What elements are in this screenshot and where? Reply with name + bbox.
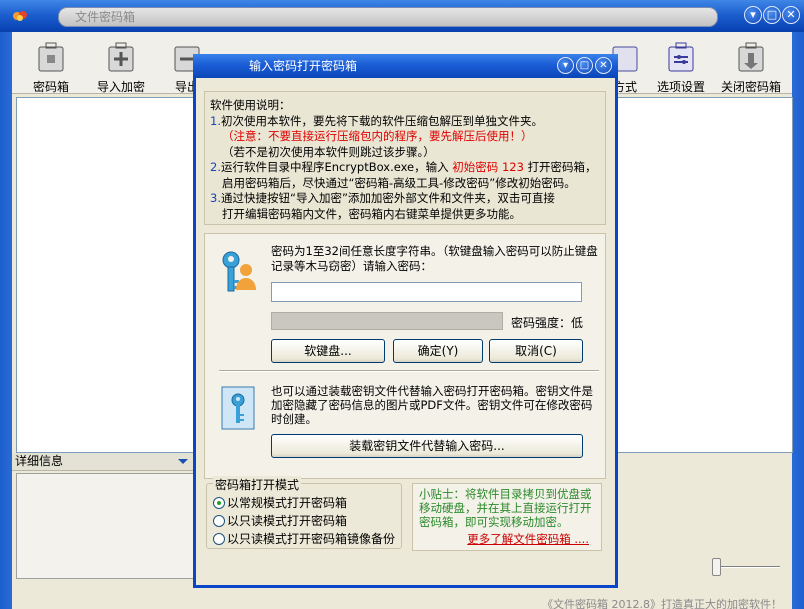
- instructions-box: 软件使用说明： 1.初次使用本软件，要先将下载的软件压缩包解压到单独文件夹。 （…: [204, 91, 606, 225]
- radio-readonly-backup-mode[interactable]: 以只读模式打开密码箱镜像备份: [213, 530, 395, 547]
- tip-box: 小贴士：将软件目录拷贝到优盘或移动硬盘，并在其上直接运行打开密码箱，即可实现移动…: [412, 483, 602, 551]
- slider-thumb[interactable]: [712, 558, 721, 576]
- radio-label: 以只读模式打开密码箱: [227, 514, 348, 528]
- toolbar-label: 密码箱: [32, 80, 69, 94]
- window-left-border: [0, 32, 12, 609]
- instruction-text: 打开编辑密码箱内文件，密码箱内右键菜单提供更多功能。: [222, 206, 521, 221]
- minimize-button[interactable]: ▾: [744, 6, 762, 24]
- password-strength-label: 密码强度：低: [511, 316, 584, 330]
- dialog-close-button[interactable]: ✕: [595, 57, 612, 74]
- restore-button[interactable]: □: [763, 6, 781, 24]
- toolbar-import-encrypt[interactable]: 导入加密: [86, 36, 156, 95]
- detail-panel: [16, 473, 194, 579]
- load-keyfile-button[interactable]: 装载密钥文件代替输入密码...: [271, 434, 583, 458]
- ok-button[interactable]: 确定(Y): [393, 339, 483, 363]
- radio-normal-mode[interactable]: 以常规模式打开密码箱: [213, 494, 347, 511]
- open-mode-legend: 密码箱打开模式: [213, 476, 302, 493]
- tip-text: 小贴士：将软件目录拷贝到优盘或移动硬盘，并在其上直接运行打开密码箱，即可实现移动…: [419, 487, 592, 529]
- app-logo-icon: [13, 11, 27, 21]
- user-key-icon: [222, 251, 256, 292]
- initial-password-text: 初始密码 123: [452, 160, 524, 174]
- instruction-text: 通过快捷按钮“导入加密”添加加密外部文件和文件夹，双击可直接: [220, 191, 555, 205]
- instruction-line: 2.运行软件目录中程序EncryptBox.exe，输入 初始密码 123 打开…: [210, 160, 605, 176]
- safe-box-icon: [38, 42, 64, 72]
- dialog-restore-button[interactable]: □: [576, 57, 593, 74]
- radio-button[interactable]: [213, 497, 225, 509]
- chevron-down-icon[interactable]: [178, 459, 188, 464]
- close-box-icon: [738, 42, 764, 72]
- radio-button[interactable]: [213, 533, 225, 545]
- step-number: 1.: [210, 113, 221, 128]
- radio-button[interactable]: [213, 515, 225, 527]
- instruction-line: 1.初次使用本软件，要先将下载的软件压缩包解压到单独文件夹。: [210, 114, 605, 130]
- window-right-border: [792, 32, 804, 609]
- instruction-skip: （若不是初次使用本软件则跳过该步骤。）: [222, 144, 435, 159]
- instruction-text: 打开密码箱，: [527, 160, 597, 174]
- open-mode-group: 密码箱打开模式 以常规模式打开密码箱 以只读模式打开密码箱 以只读模式打开密码箱…: [206, 476, 402, 549]
- zoom-slider[interactable]: [710, 556, 782, 578]
- toolbar-options-settings[interactable]: 选项设置: [646, 36, 716, 95]
- password-prompt: 密码为1至32间任意长度字符串。（软键盘输入密码可以防止键盘记录等木马窃密）请输…: [271, 244, 598, 273]
- soft-keyboard-button[interactable]: 软键盘...: [271, 339, 385, 363]
- key-file-icon: [221, 386, 255, 430]
- slider-track: [720, 566, 780, 568]
- cancel-button[interactable]: 取消(C): [489, 339, 583, 363]
- options-settings-icon: [668, 42, 694, 72]
- password-group: 密码为1至32间任意长度字符串。（软键盘输入密码可以防止键盘记录等木马窃密）请输…: [204, 233, 606, 479]
- window-title: 文件密码箱: [58, 7, 718, 27]
- password-strength-bar: [271, 312, 503, 330]
- detail-header[interactable]: 详细信息: [12, 453, 194, 471]
- toolbar-label: 选项设置: [656, 80, 705, 94]
- keyfile-description: 也可以通过装载密钥文件代替输入密码打开密码箱。密钥文件是加密隐藏了密码信息的图片…: [271, 384, 593, 426]
- learn-more-link[interactable]: 更多了解文件密码箱 ....: [467, 531, 589, 547]
- dialog-titlebar: 输入密码打开密码箱 ▾ □ ✕: [193, 54, 618, 78]
- radio-label: 以常规模式打开密码箱: [227, 496, 348, 510]
- import-encrypt-icon: [108, 42, 134, 72]
- password-input[interactable]: [271, 282, 582, 302]
- toolbar-close-box[interactable]: 关闭密码箱: [716, 36, 786, 95]
- instructions-heading: 软件使用说明：: [210, 98, 291, 112]
- step-number: 3.: [210, 191, 221, 205]
- toolbar-label: 关闭密码箱: [720, 80, 781, 94]
- divider: [219, 370, 599, 372]
- main-titlebar: 文件密码箱 ▾ □ ✕: [0, 0, 804, 32]
- detail-header-label: 详细信息: [15, 454, 64, 468]
- radio-readonly-mode[interactable]: 以只读模式打开密码箱: [213, 512, 347, 529]
- toolbar-safe-box[interactable]: 密码箱: [16, 36, 86, 95]
- instruction-warning: （注意：不要直接运行压缩包内的程序，要先解压后使用！）: [222, 129, 533, 143]
- instruction-text: 启用密码箱后，尽快通过“密码箱-高级工具-修改密码”修改初始密码。: [222, 175, 576, 190]
- radio-label: 以只读模式打开密码箱镜像备份: [227, 532, 396, 546]
- instruction-text: 运行软件目录中程序EncryptBox.exe，输入: [220, 160, 449, 174]
- status-text: 《文件密码箱 2012.8》打造真正大的加密软件！: [542, 598, 782, 609]
- password-dialog: 输入密码打开密码箱 ▾ □ ✕ 软件使用说明： 1.初次使用本软件，要先将下载的…: [193, 54, 618, 588]
- close-button[interactable]: ✕: [782, 6, 800, 24]
- dialog-minimize-button[interactable]: ▾: [557, 57, 574, 74]
- instruction-text: 初次使用本软件，要先将下载的软件压缩包解压到单独文件夹。: [220, 113, 543, 128]
- toolbar-label: 导入加密: [96, 80, 145, 94]
- step-number: 2.: [210, 160, 221, 174]
- instruction-line: 3.通过快捷按钮“导入加密”添加加密外部文件和文件夹，双击可直接: [210, 191, 605, 207]
- dialog-title: 输入密码打开密码箱: [249, 59, 358, 73]
